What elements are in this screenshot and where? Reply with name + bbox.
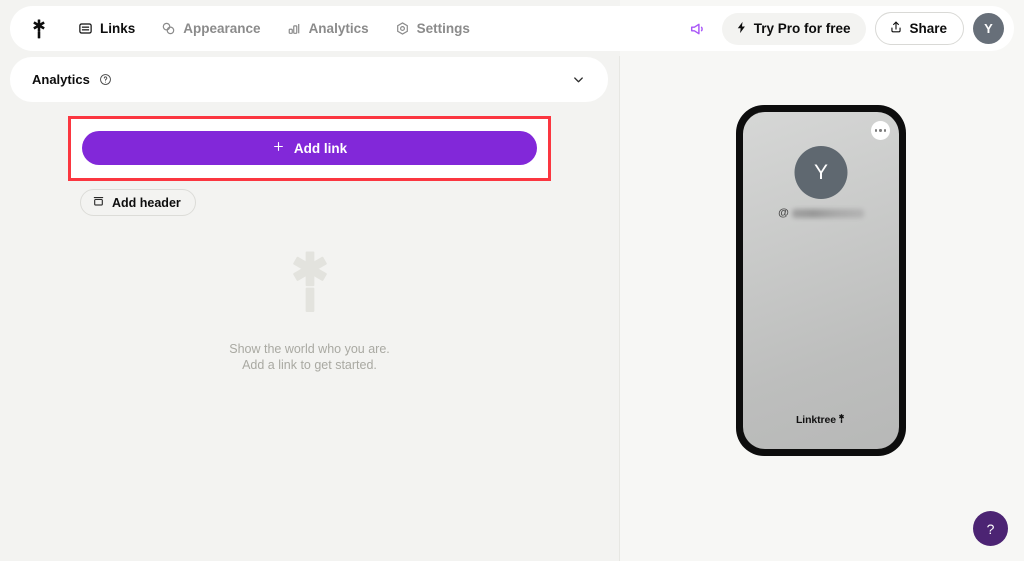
phone-preview: Y @ Linktree bbox=[736, 105, 906, 456]
nav-label-links: Links bbox=[100, 21, 136, 36]
empty-state-line-1: Show the world who you are. bbox=[229, 342, 390, 356]
try-pro-button[interactable]: Try Pro for free bbox=[721, 12, 867, 45]
linktree-asterisk-logo[interactable] bbox=[26, 16, 52, 42]
nav-item-analytics[interactable]: Analytics bbox=[277, 15, 379, 42]
header-block-icon bbox=[92, 195, 105, 211]
preview-brand-label: Linktree bbox=[795, 414, 837, 426]
nav-item-settings[interactable]: Settings bbox=[385, 15, 480, 42]
help-button[interactable]: ? bbox=[973, 511, 1008, 546]
empty-state-line-2: Add a link to get started. bbox=[242, 358, 377, 373]
empty-state-text: Show the world who you are. Add a link t… bbox=[229, 342, 390, 375]
megaphone-icon[interactable] bbox=[683, 14, 713, 44]
add-header-label: Add header bbox=[112, 195, 181, 210]
analytics-panel-title: Analytics bbox=[32, 72, 90, 87]
preview-avatar: Y bbox=[794, 146, 848, 199]
analytics-panel-header[interactable]: Analytics bbox=[10, 57, 608, 102]
preview-avatar-initial: Y bbox=[813, 160, 828, 184]
main-nav: Links Appearance Analytics Settings bbox=[68, 15, 480, 42]
links-icon bbox=[78, 21, 93, 36]
share-label: Share bbox=[909, 21, 947, 36]
share-button[interactable]: Share bbox=[875, 12, 964, 45]
preview-linktree-branding[interactable]: Linktree bbox=[796, 413, 846, 427]
analytics-icon bbox=[287, 21, 302, 36]
linktree-asterisk-logo-small bbox=[837, 413, 846, 427]
add-header-button[interactable]: Add header bbox=[80, 189, 196, 216]
question-mark-icon: ? bbox=[986, 520, 995, 537]
help-circle-icon[interactable] bbox=[99, 73, 112, 86]
preview-username: @ bbox=[778, 207, 864, 219]
chevron-down-icon[interactable] bbox=[571, 72, 586, 87]
nav-item-links[interactable]: Links bbox=[68, 15, 145, 42]
settings-icon bbox=[395, 21, 410, 36]
add-link-label: Add link bbox=[293, 140, 348, 156]
lightning-bolt-icon bbox=[735, 21, 748, 37]
share-upload-icon bbox=[889, 20, 903, 37]
linktree-asterisk-logo-large bbox=[279, 248, 341, 321]
top-navigation-bar: Links Appearance Analytics Settings Try … bbox=[10, 6, 1014, 51]
nav-label-settings: Settings bbox=[416, 21, 470, 36]
linktree-admin-app: Links Appearance Analytics Settings Try … bbox=[0, 0, 1024, 561]
nav-item-appearance[interactable]: Appearance bbox=[151, 15, 270, 42]
phone-screen: Y @ Linktree bbox=[743, 112, 899, 449]
avatar-initial: Y bbox=[984, 21, 993, 36]
appearance-icon bbox=[161, 21, 176, 36]
add-link-button[interactable]: Add link bbox=[82, 131, 537, 165]
nav-label-analytics: Analytics bbox=[308, 21, 369, 36]
try-pro-label: Try Pro for free bbox=[753, 21, 851, 36]
user-avatar[interactable]: Y bbox=[973, 13, 1004, 44]
three-dots-icon[interactable] bbox=[871, 121, 890, 140]
redacted-username bbox=[791, 208, 864, 218]
empty-state: Show the world who you are. Add a link t… bbox=[0, 248, 619, 375]
header-actions: Try Pro for free Share Y bbox=[683, 12, 1004, 45]
at-symbol: @ bbox=[778, 207, 789, 219]
nav-label-appearance: Appearance bbox=[183, 21, 261, 36]
plus-icon bbox=[272, 140, 285, 156]
